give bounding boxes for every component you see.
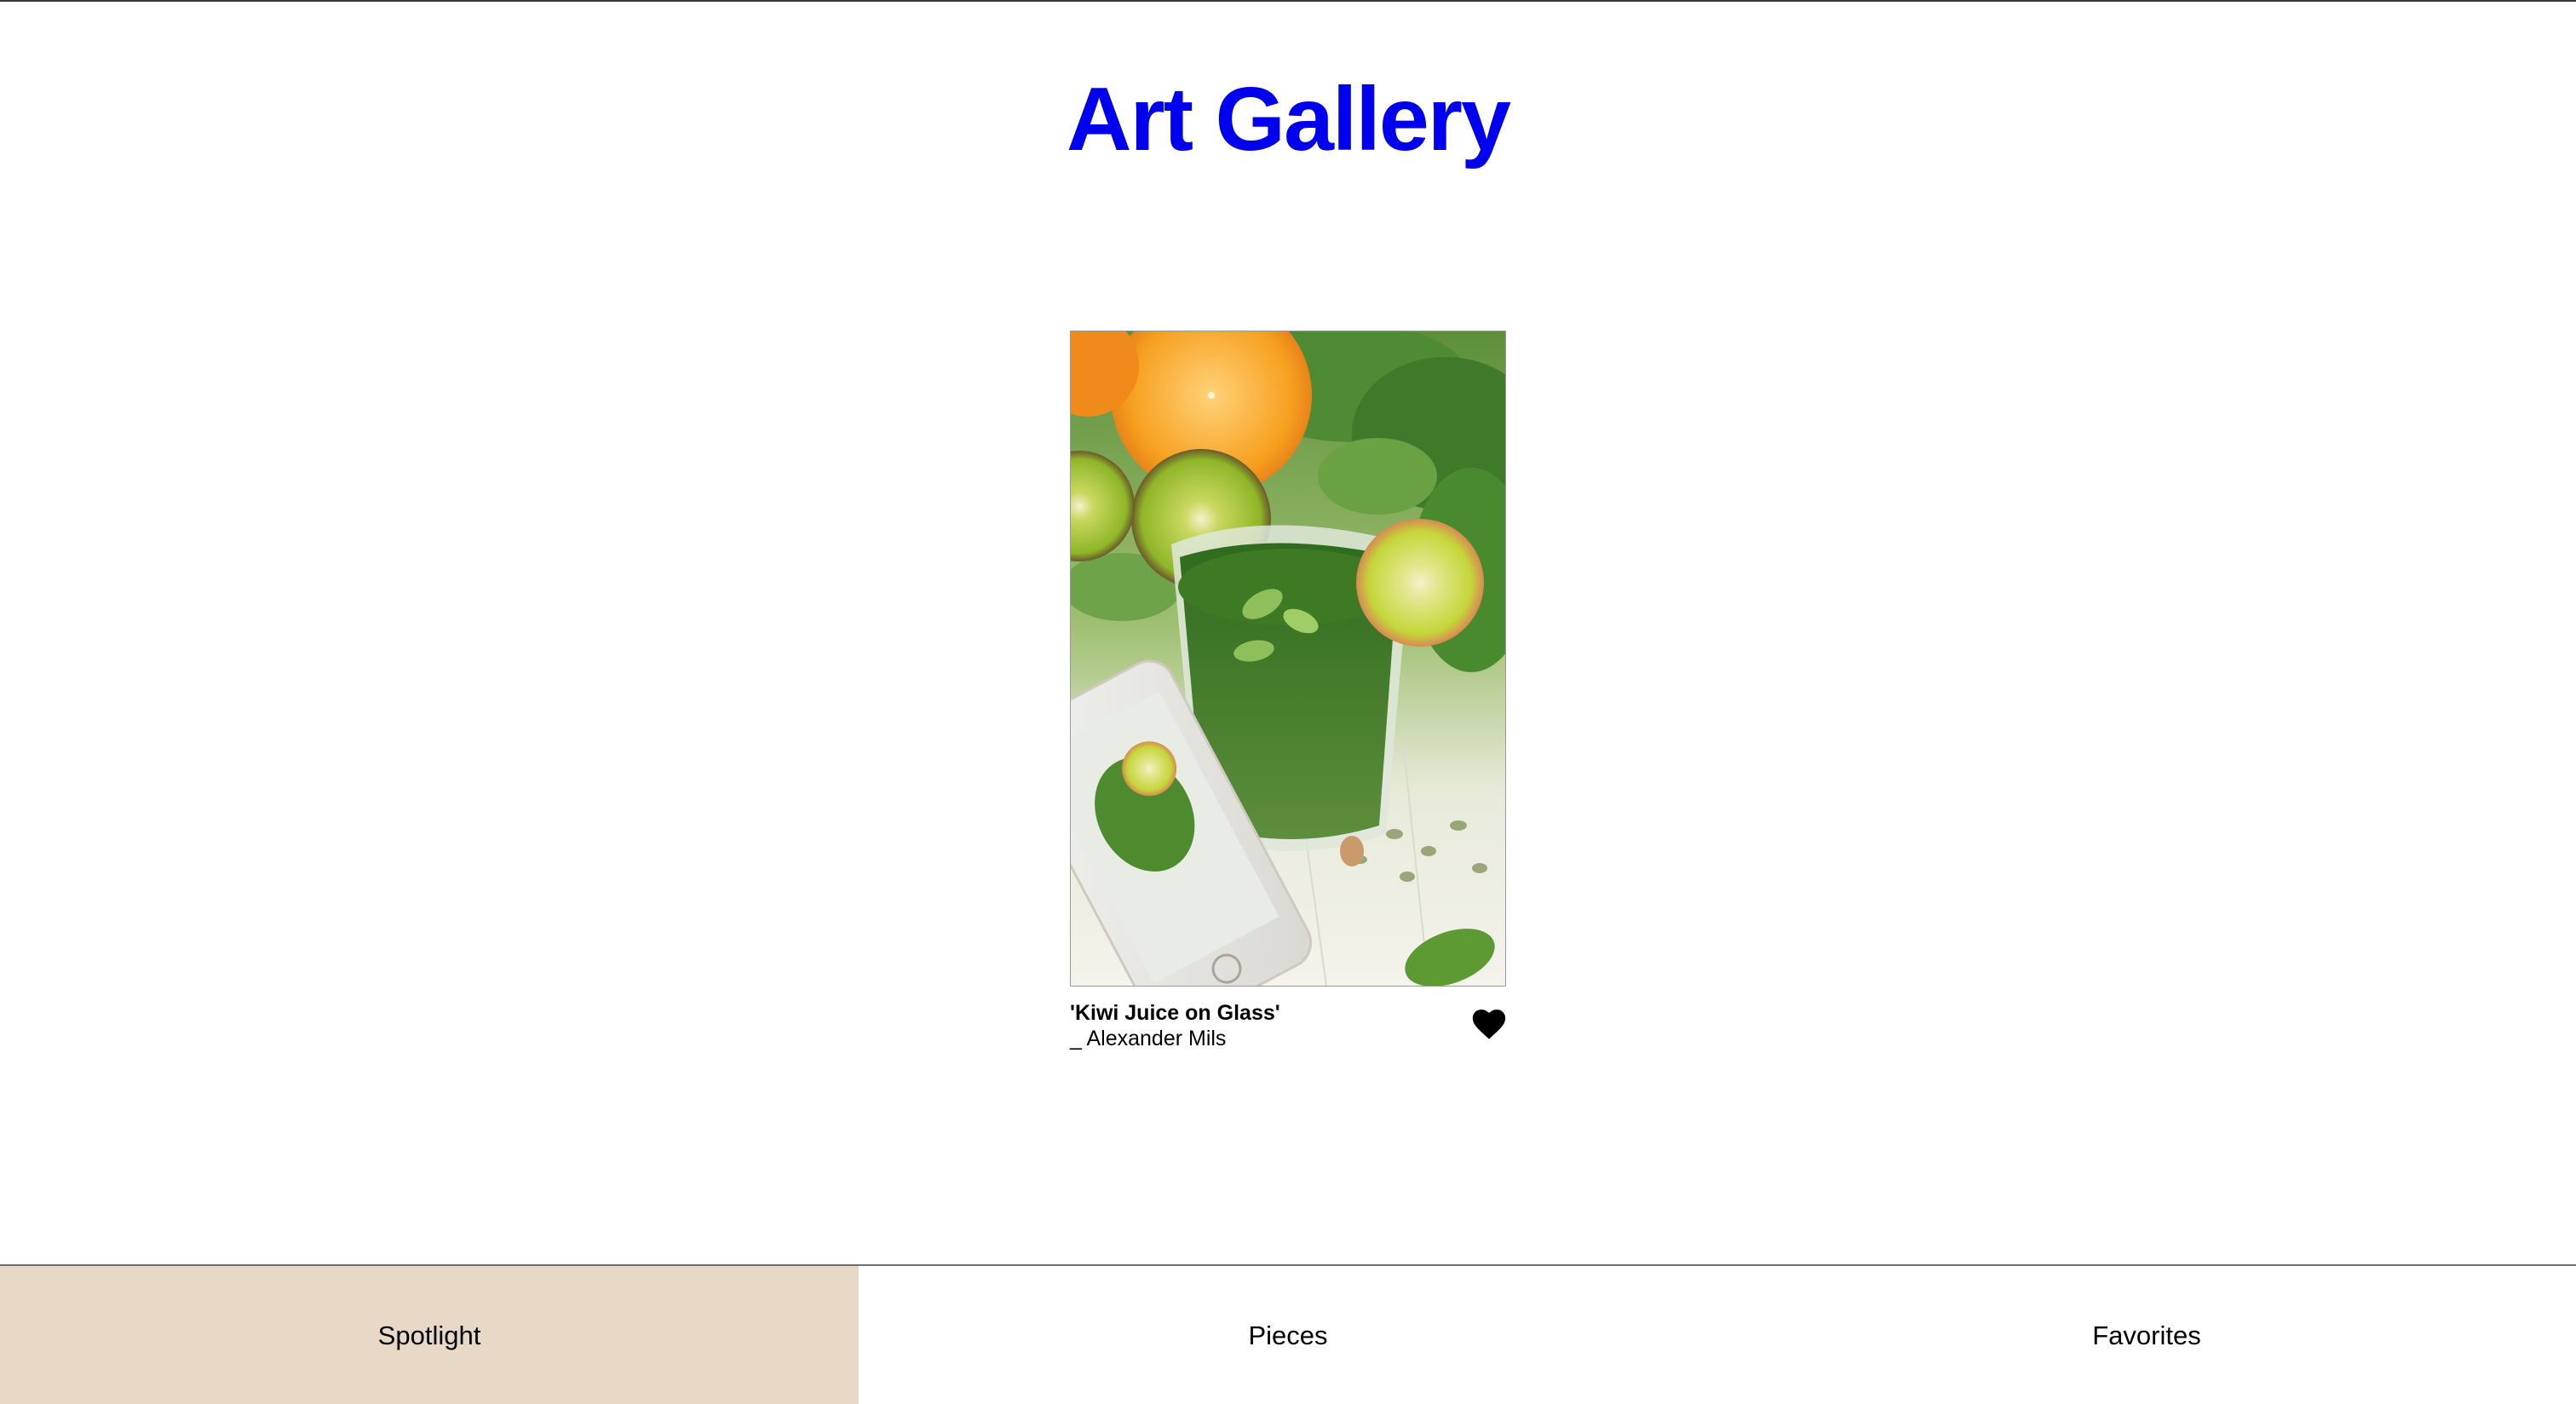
bottom-tab-bar: Spotlight Pieces Favorites: [0, 1264, 2576, 1404]
artwork-image[interactable]: [1070, 331, 1506, 987]
tab-spotlight[interactable]: Spotlight: [0, 1266, 859, 1404]
green-smoothie-photo: [1071, 331, 1505, 986]
heart-icon: [1472, 1010, 1506, 1039]
app-window: Art Gallery 'Kiwi Juice on Glass' _ Alex…: [0, 0, 2576, 1404]
page-title: Art Gallery: [1066, 69, 1511, 170]
artwork-card: 'Kiwi Juice on Glass' _ Alexander Mils: [1070, 331, 1506, 1068]
tab-pieces[interactable]: Pieces: [859, 1266, 1717, 1404]
artwork-caption: 'Kiwi Juice on Glass' _ Alexander Mils: [1070, 1000, 1506, 1068]
artwork-title: 'Kiwi Juice on Glass': [1070, 1001, 1280, 1025]
artwork-artist: _ Alexander Mils: [1070, 1027, 1227, 1050]
favorite-button[interactable]: [1472, 1009, 1506, 1041]
tab-favorites[interactable]: Favorites: [1717, 1266, 2576, 1404]
